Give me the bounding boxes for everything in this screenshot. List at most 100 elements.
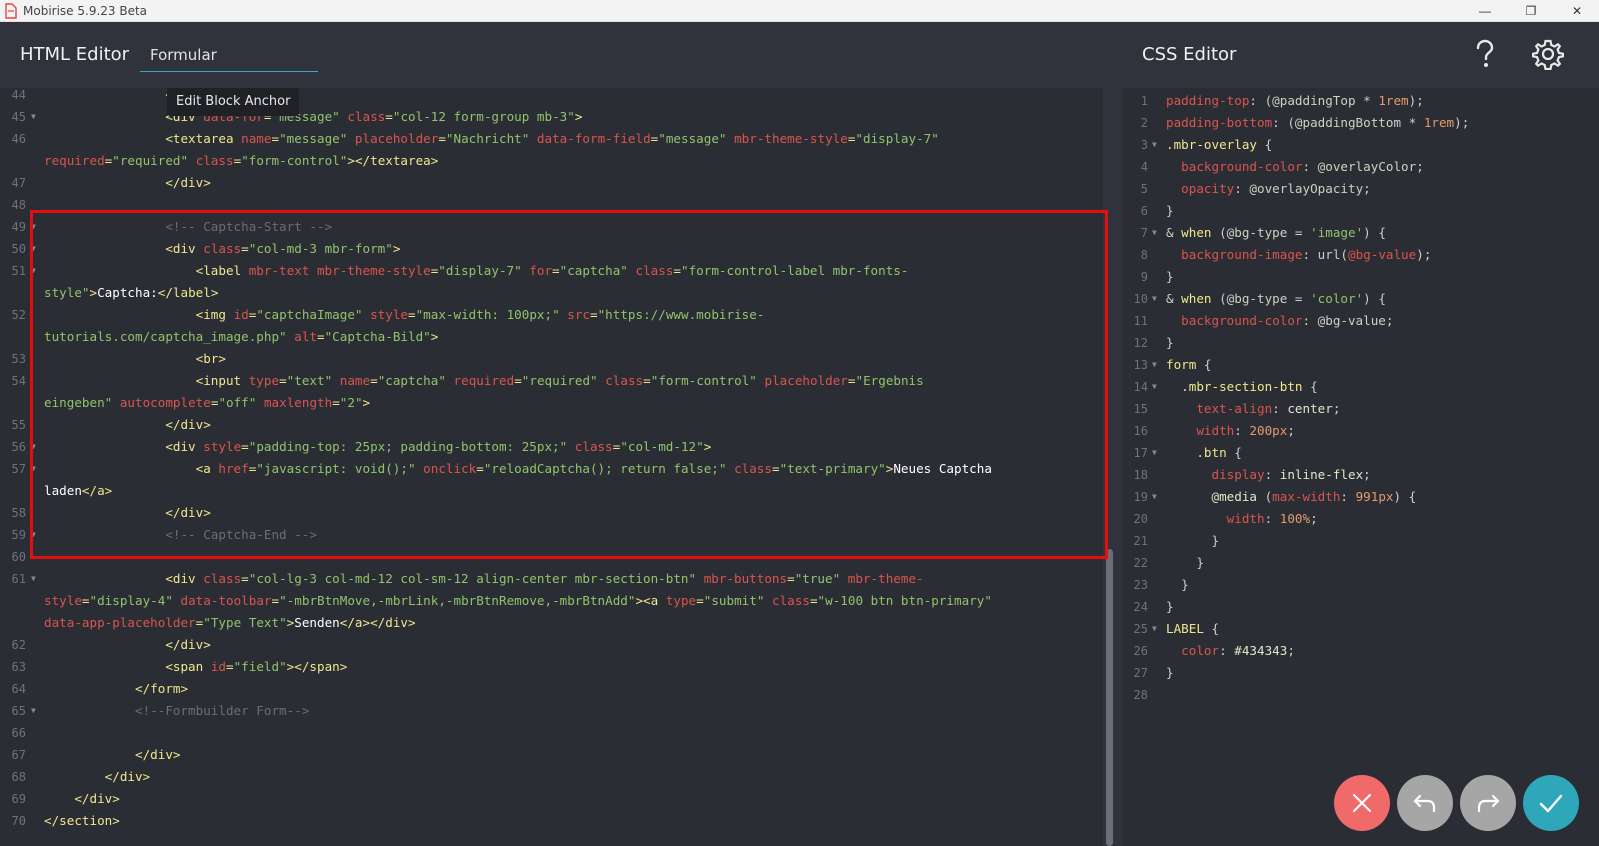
code-line[interactable]: </div> — [44, 414, 1103, 436]
fold-arrow-icon[interactable]: ▼ — [1152, 222, 1157, 244]
code-line[interactable]: background-image: url(@bg-value); — [1166, 244, 1596, 266]
fold-arrow-icon[interactable]: ▼ — [1152, 486, 1157, 508]
code-line[interactable]: style="display-4" data-toolbar="-mbrBtnM… — [44, 590, 1103, 612]
css-code-editor[interactable]: 1 padding-top: (@paddingTop * 1rem); 2 padd… — [1122, 88, 1599, 846]
code-line[interactable]: <label mbr-text mbr-theme-style = "display… — [44, 260, 1103, 282]
fold-arrow-icon[interactable]: ▼ — [1152, 134, 1157, 156]
code-line[interactable]: <div style="padding-top: 25px; padding-b… — [44, 436, 1103, 458]
fold-arrow-icon[interactable]: ▼ — [31, 238, 36, 260]
code-line[interactable]: form { — [1166, 354, 1596, 376]
code-line[interactable] — [44, 194, 1103, 216]
code-line[interactable]: </div> — [44, 502, 1103, 524]
help-button[interactable] — [1467, 36, 1503, 72]
cancel-button[interactable] — [1334, 775, 1390, 831]
code-line[interactable]: } — [1166, 200, 1596, 222]
code-line[interactable]: LABEL { — [1166, 618, 1596, 640]
code-line[interactable]: } — [1166, 552, 1596, 574]
line-number: 6 — [1140, 204, 1148, 218]
code-line[interactable]: } — [1166, 530, 1596, 552]
code-line[interactable]: <div class="col-md-3 mbr-form"> — [44, 238, 1103, 260]
code-line[interactable]: data-app-placeholder="Type Text">Senden<… — [44, 612, 1103, 634]
code-line[interactable]: @media (max-width: 991px) { — [1166, 486, 1596, 508]
code-line[interactable]: tutorials.com/captcha_image.php" alt="Ca… — [44, 326, 1103, 348]
code-token: "https://www.mobirise- — [597, 307, 765, 322]
code-line[interactable]: width: 200px; — [1166, 420, 1596, 442]
code-line[interactable]: </div> — [44, 634, 1103, 656]
fold-arrow-icon[interactable]: ▼ — [31, 436, 36, 458]
code-line[interactable]: & when (@bg-type = 'color') { — [1166, 288, 1596, 310]
code-line[interactable]: background-color: @bg-value; — [1166, 310, 1596, 332]
code-token: = — [241, 571, 249, 586]
code-token: > — [89, 285, 98, 300]
scrollbar-thumb[interactable] — [1106, 549, 1113, 846]
fold-arrow-icon[interactable]: ▼ — [1152, 288, 1157, 310]
code-line[interactable]: <span id="field"></span> — [44, 656, 1103, 678]
code-line[interactable]: .mbr-overlay { — [1166, 134, 1596, 156]
code-line[interactable]: <!-- Captcha-End --> — [44, 524, 1103, 546]
fold-arrow-icon[interactable]: ▼ — [31, 700, 36, 722]
code-token: display — [1166, 467, 1265, 482]
redo-button[interactable] — [1460, 775, 1516, 831]
close-window-button[interactable]: ✕ — [1554, 0, 1599, 22]
code-line[interactable]: padding-top: (@paddingTop * 1rem); — [1166, 90, 1596, 112]
code-line[interactable]: </div> — [44, 744, 1103, 766]
code-line[interactable]: style">Captcha:</label> — [44, 282, 1103, 304]
code-line[interactable]: </div> — [44, 172, 1103, 194]
code-line[interactable]: eingeben" autocomplete="off" maxlength="… — [44, 392, 1103, 414]
fold-arrow-icon[interactable]: ▼ — [31, 458, 36, 480]
code-line[interactable]: } — [1166, 574, 1596, 596]
code-line[interactable]: background-color: @overlayColor; — [1166, 156, 1596, 178]
code-line[interactable]: } — [1166, 596, 1596, 618]
code-line[interactable]: width: 100%; — [1166, 508, 1596, 530]
confirm-button[interactable] — [1523, 775, 1579, 831]
code-line[interactable] — [44, 722, 1103, 744]
code-line[interactable]: </form> — [44, 678, 1103, 700]
maximize-button[interactable]: ❐ — [1508, 0, 1554, 22]
fold-arrow-icon[interactable]: ▼ — [31, 260, 36, 282]
code-token: "display-4" — [89, 593, 173, 608]
code-line[interactable]: display: inline-flex; — [1166, 464, 1596, 486]
fold-arrow-icon[interactable]: ▼ — [1152, 354, 1157, 376]
settings-button[interactable] — [1530, 36, 1566, 72]
code-line[interactable]: padding-bottom: (@paddingBottom * 1rem); — [1166, 112, 1596, 134]
fold-arrow-icon[interactable]: ▼ — [1152, 618, 1157, 640]
fold-arrow-icon[interactable]: ▼ — [31, 568, 36, 590]
code-line[interactable]: <a href="javascript: void();" onclick="r… — [44, 458, 1103, 480]
fold-arrow-icon[interactable]: ▼ — [31, 216, 36, 238]
code-line[interactable]: <div class="col-lg-3 col-md-12 col-sm-12… — [44, 568, 1103, 590]
code-line[interactable]: text-align: center; — [1166, 398, 1596, 420]
code-line[interactable]: </section> — [44, 810, 1103, 832]
code-line[interactable]: .btn { — [1166, 442, 1596, 464]
code-line[interactable]: } — [1166, 266, 1596, 288]
code-token: "col-md-12" — [620, 439, 704, 454]
code-line[interactable]: .mbr-section-btn { — [1166, 376, 1596, 398]
fold-arrow-icon[interactable]: ▼ — [1152, 442, 1157, 464]
code-line[interactable]: required="required" class="form-control"… — [44, 150, 1103, 172]
fold-arrow-icon[interactable]: ▼ — [1152, 376, 1157, 398]
code-line[interactable]: } — [1166, 662, 1596, 684]
code-line[interactable] — [44, 546, 1103, 568]
code-line[interactable]: } — [1166, 332, 1596, 354]
code-line[interactable]: <!--Formbuilder Form--> — [44, 700, 1103, 722]
code-line[interactable]: <!-- Captcha-Start --> — [44, 216, 1103, 238]
code-line[interactable]: color: #434343; — [1166, 640, 1596, 662]
code-line[interactable]: </div> — [44, 766, 1103, 788]
code-line[interactable]: <textarea name="message" placeholder="Na… — [44, 128, 1103, 150]
undo-button[interactable] — [1397, 775, 1453, 831]
code-line[interactable]: <input type="text" name="captcha" requir… — [44, 370, 1103, 392]
code-line[interactable]: laden</a> — [44, 480, 1103, 502]
code-line[interactable]: <img id="captchaImage" style="max-width:… — [44, 304, 1103, 326]
code-line[interactable] — [1166, 684, 1596, 706]
code-line[interactable]: </div> — [44, 788, 1103, 810]
minimize-button[interactable]: — — [1462, 0, 1508, 22]
block-anchor-input[interactable]: Formular — [140, 46, 318, 72]
fold-arrow-icon[interactable]: ▼ — [31, 106, 36, 128]
code-line[interactable]: <br> — [44, 348, 1103, 370]
fold-arrow-icon[interactable]: ▼ — [31, 524, 36, 546]
line-number: 27 — [1133, 666, 1148, 680]
html-code-editor[interactable]: 44 </div>45▼ <div data-for="message" cla… — [0, 88, 1103, 846]
code-token: <br> — [44, 351, 226, 366]
code-line[interactable]: & when (@bg-type = 'image') { — [1166, 222, 1596, 244]
code-line[interactable]: opacity: @overlayOpacity; — [1166, 178, 1596, 200]
